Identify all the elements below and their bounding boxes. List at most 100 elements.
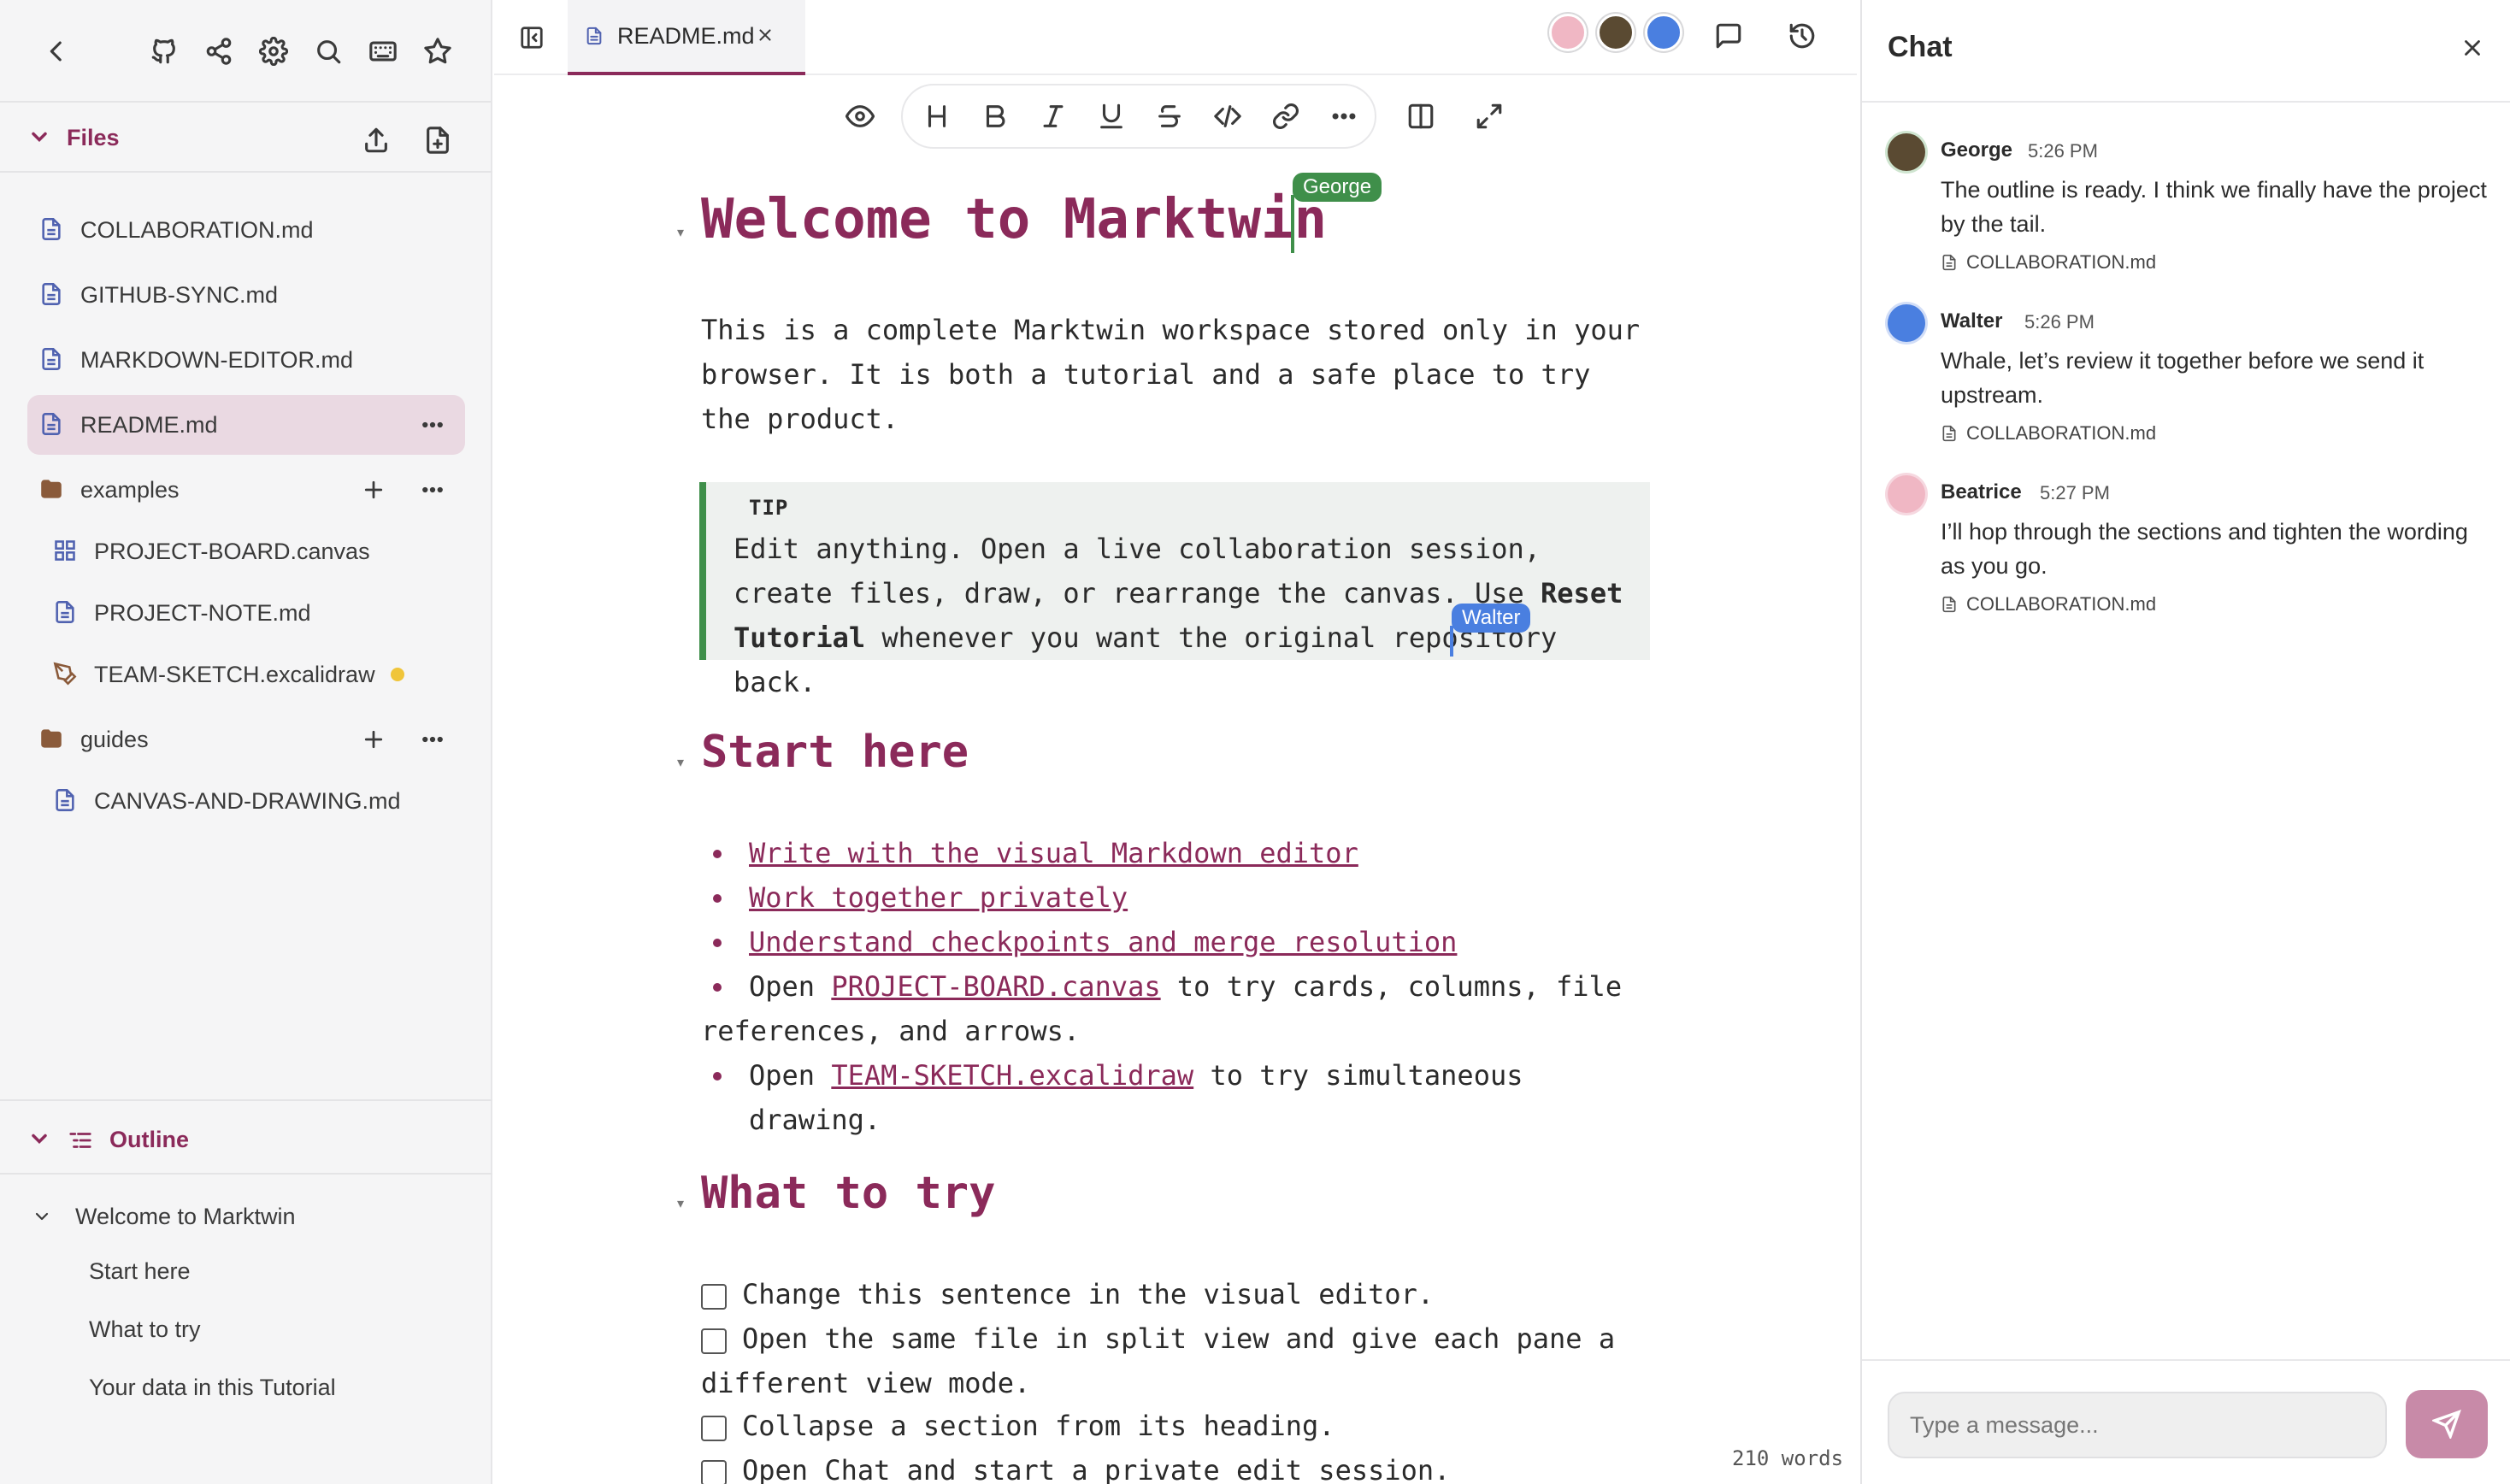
- outline-item-h1[interactable]: Welcome to Marktwin: [75, 1204, 296, 1230]
- heading-icon[interactable]: [918, 97, 956, 135]
- file-icon: [53, 786, 79, 816]
- folder-item-label: guides: [80, 726, 149, 752]
- message-time: 5:26 PM: [2028, 140, 2098, 162]
- share-icon[interactable]: [198, 31, 239, 72]
- files-section-title: Files: [67, 124, 120, 150]
- collapse-sidebar-icon[interactable]: [513, 19, 551, 56]
- code-icon[interactable]: [1209, 97, 1246, 135]
- file-item-team-sketch[interactable]: TEAM-SKETCH.excalidraw: [41, 645, 465, 704]
- file-item-canvas-and-drawing[interactable]: CANVAS-AND-DRAWING.md: [41, 771, 465, 831]
- file-item-label: GITHUB-SYNC.md: [80, 281, 279, 308]
- file-item-project-note[interactable]: PROJECT-NOTE.md: [41, 583, 465, 643]
- settings-icon[interactable]: [253, 31, 294, 72]
- folder-item-examples[interactable]: examples: [27, 460, 465, 520]
- task-checkbox[interactable]: [701, 1328, 727, 1354]
- file-item-label: CANVAS-AND-DRAWING.md: [94, 787, 401, 814]
- file-icon: [53, 598, 79, 627]
- fullscreen-icon[interactable]: [1470, 97, 1508, 135]
- more-options-icon[interactable]: [415, 475, 450, 504]
- file-icon: [585, 25, 604, 47]
- files-section-header[interactable]: Files: [0, 104, 492, 173]
- list-item-continuation: references, and arrows.: [701, 1015, 1081, 1047]
- tip-callout: TIP Edit anything. Open a live collabora…: [699, 482, 1650, 698]
- outline-section-header[interactable]: Outline: [0, 1106, 492, 1175]
- file-item-label: TEAM-SKETCH.excalidraw: [94, 661, 375, 687]
- send-button[interactable]: [2406, 1390, 2488, 1458]
- editor-pane: README.md ▾ Welcome to Marktwin George T…: [494, 0, 1857, 1484]
- close-icon[interactable]: [2455, 31, 2489, 65]
- star-icon[interactable]: [417, 31, 458, 72]
- outline-item-start-here[interactable]: Start here: [89, 1258, 191, 1285]
- message-file-ref[interactable]: COLLABORATION.md: [1941, 251, 2156, 274]
- link-icon[interactable]: [1267, 97, 1305, 135]
- keyboard-icon[interactable]: [362, 31, 404, 72]
- send-icon: [2432, 1410, 2461, 1439]
- task-checkbox[interactable]: [701, 1460, 727, 1484]
- preview-icon[interactable]: [841, 97, 879, 135]
- outline-icon: [67, 1127, 94, 1154]
- github-icon[interactable]: [144, 31, 185, 72]
- folder-item-label: examples: [80, 476, 180, 503]
- file-item-label: MARKDOWN-EDITOR.md: [80, 346, 354, 373]
- split-view-icon[interactable]: [1402, 97, 1440, 135]
- task-checkbox[interactable]: [701, 1416, 727, 1441]
- message-input[interactable]: [1888, 1392, 2387, 1458]
- file-item-project-board[interactable]: PROJECT-BOARD.canvas: [41, 521, 465, 581]
- canvas-icon: [53, 537, 79, 566]
- close-tab-icon[interactable]: [751, 21, 780, 50]
- avatar: [1888, 475, 1925, 513]
- chevron-down-icon[interactable]: [29, 1204, 55, 1229]
- strikethrough-icon[interactable]: [1151, 97, 1188, 135]
- tab-readme[interactable]: README.md: [568, 0, 805, 75]
- sidebar: Files COLLABORATION.md GITHUB-SYNC.md MA…: [0, 0, 492, 1484]
- message-text: I’ll hop through the sections and tighte…: [1941, 519, 2468, 579]
- fold-icon[interactable]: ▾: [677, 224, 691, 240]
- file-icon: [39, 410, 65, 439]
- avatar-beatrice[interactable]: [1549, 14, 1587, 51]
- link-markdown-editor[interactable]: Write with the visual Markdown editor: [749, 831, 1358, 875]
- bold-icon[interactable]: [976, 97, 1014, 135]
- file-item-collaboration[interactable]: COLLABORATION.md: [27, 200, 465, 260]
- search-icon[interactable]: [308, 31, 349, 72]
- doc-intro: This is a complete Marktwin workspace st…: [701, 314, 1641, 435]
- link-project-board[interactable]: PROJECT-BOARD.canvas: [831, 970, 1160, 1003]
- file-item-readme[interactable]: README.md: [27, 395, 465, 455]
- underline-icon[interactable]: [1093, 97, 1130, 135]
- add-icon[interactable]: [359, 475, 388, 504]
- folder-icon: [39, 725, 65, 754]
- tab-label: README.md: [617, 22, 755, 49]
- message-file-ref[interactable]: COLLABORATION.md: [1941, 593, 2156, 615]
- link-checkpoints[interactable]: Understand checkpoints and merge resolut…: [749, 920, 1457, 964]
- folder-item-guides[interactable]: guides: [27, 710, 465, 769]
- history-icon[interactable]: [1782, 15, 1823, 56]
- italic-icon[interactable]: [1034, 97, 1072, 135]
- message-file-ref[interactable]: COLLABORATION.md: [1941, 422, 2156, 445]
- link-team-sketch[interactable]: TEAM-SKETCH.excalidraw: [831, 1059, 1193, 1092]
- more-options-icon[interactable]: [415, 725, 450, 754]
- link-work-together[interactable]: Work together privately: [749, 875, 1128, 920]
- task-checkbox[interactable]: [701, 1284, 727, 1310]
- file-item-markdown-editor[interactable]: MARKDOWN-EDITOR.md: [27, 330, 465, 390]
- back-icon[interactable]: [38, 32, 75, 70]
- tab-bar: README.md: [494, 0, 1857, 75]
- more-options-icon[interactable]: [415, 410, 450, 439]
- file-item-github-sync[interactable]: GITHUB-SYNC.md: [27, 265, 465, 325]
- chat-icon[interactable]: [1708, 15, 1749, 56]
- avatar: [1888, 304, 1925, 342]
- new-file-icon[interactable]: [419, 121, 457, 159]
- chevron-down-icon[interactable]: [27, 125, 55, 152]
- outline-item-what-to-try[interactable]: What to try: [89, 1316, 201, 1343]
- avatar-george[interactable]: [1597, 14, 1635, 51]
- divider: [0, 1099, 492, 1101]
- message-author: George: [1941, 138, 2013, 162]
- avatar-walter[interactable]: [1645, 14, 1682, 51]
- outline-item-your-data[interactable]: Your data in this Tutorial: [89, 1375, 336, 1401]
- upload-icon[interactable]: [357, 121, 395, 159]
- add-icon[interactable]: [359, 725, 388, 754]
- message-time: 5:27 PM: [2040, 482, 2110, 504]
- file-item-label: PROJECT-BOARD.canvas: [94, 538, 370, 564]
- more-format-icon[interactable]: [1325, 97, 1363, 135]
- fold-icon[interactable]: ▾: [677, 754, 691, 770]
- chevron-down-icon[interactable]: [27, 1127, 55, 1154]
- fold-icon[interactable]: ▾: [677, 1195, 691, 1211]
